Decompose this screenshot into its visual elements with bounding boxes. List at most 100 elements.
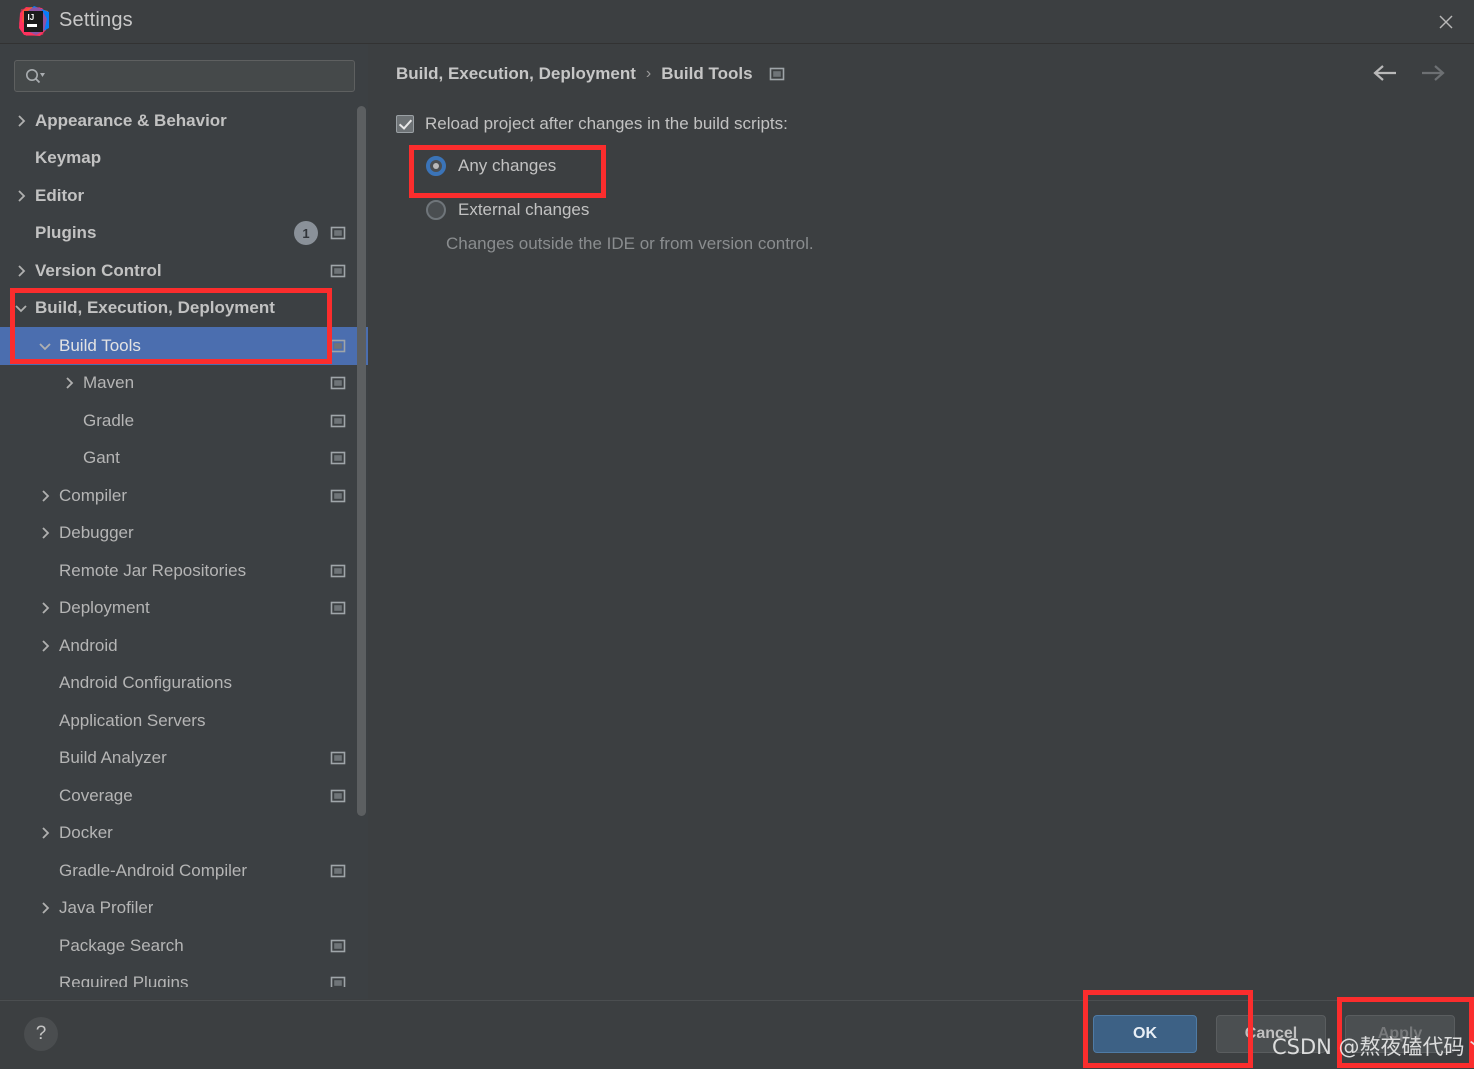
chevron-right-icon[interactable] — [14, 264, 28, 278]
sidebar-item-build-analyzer[interactable]: Build Analyzer — [0, 740, 368, 778]
settings-window-icon[interactable] — [330, 264, 346, 278]
radio-option-any-changes[interactable]: Any changes — [426, 156, 556, 176]
reload-project-checkbox[interactable] — [396, 115, 414, 133]
sidebar-item-indicators — [330, 489, 346, 503]
sidebar-item-indicators — [330, 339, 346, 353]
reload-project-option[interactable]: Reload project after changes in the buil… — [396, 114, 788, 134]
sidebar-item-indicators — [330, 414, 346, 428]
sidebar-item-android-configurations[interactable]: Android Configurations — [0, 665, 368, 703]
sidebar-item-compiler[interactable]: Compiler — [0, 477, 368, 515]
sidebar-item-indicators — [330, 789, 346, 803]
settings-window-icon[interactable] — [330, 376, 346, 390]
sidebar-item-label: Gradle — [83, 410, 135, 430]
chevron-right-icon[interactable] — [14, 189, 28, 203]
sidebar-item-label: Java Profiler — [59, 898, 154, 918]
sidebar-item-label: Gradle-Android Compiler — [59, 860, 248, 880]
intellij-idea-logo-icon: IJ — [18, 6, 49, 37]
cancel-button[interactable]: Cancel — [1216, 1015, 1326, 1053]
search-icon — [25, 68, 45, 84]
sidebar-scrollbar-thumb[interactable] — [357, 106, 366, 816]
sidebar-item-label: Android — [59, 635, 118, 655]
sidebar-item-indicators — [330, 601, 346, 615]
sidebar-item-required-plugins[interactable]: Required Plugins — [0, 965, 368, 987]
settings-main-panel: Build, Execution, Deployment › Build Too… — [368, 44, 1474, 999]
sidebar-item-editor[interactable]: Editor — [0, 177, 368, 215]
sidebar-item-label: Maven — [83, 373, 135, 393]
window-title: Settings — [59, 9, 133, 31]
external-changes-radio[interactable] — [426, 200, 446, 220]
settings-window-icon[interactable] — [330, 789, 346, 803]
settings-window-icon[interactable] — [330, 339, 346, 353]
arrow-left-icon[interactable] — [1372, 64, 1398, 82]
chevron-right-icon[interactable] — [38, 489, 52, 503]
sidebar-item-label: Build Tools — [59, 335, 141, 355]
sidebar-item-deployment[interactable]: Deployment — [0, 590, 368, 628]
settings-window-icon[interactable] — [330, 414, 346, 428]
settings-window-icon[interactable] — [330, 564, 346, 578]
sidebar-item-docker[interactable]: Docker — [0, 815, 368, 853]
sidebar-item-package-search[interactable]: Package Search — [0, 927, 368, 965]
chevron-right-icon[interactable] — [14, 114, 28, 128]
sidebar-item-appearance-behavior[interactable]: Appearance & Behavior — [0, 102, 368, 140]
settings-tree: Appearance & Behavior Keymap Editor Plugins… — [0, 102, 368, 987]
settings-dialog: IJ Settings Appearance & Behavior Keymap… — [0, 0, 1474, 1069]
sidebar-item-build-execution-deployment[interactable]: Build, Execution, Deployment — [0, 290, 368, 328]
chevron-right-icon[interactable] — [38, 901, 52, 915]
chevron-down-icon[interactable] — [38, 339, 52, 353]
sidebar-item-label: Version Control — [35, 260, 162, 280]
chevron-right-icon[interactable] — [38, 639, 52, 653]
settings-window-icon[interactable] — [330, 489, 346, 503]
settings-window-icon[interactable] — [330, 751, 346, 765]
sidebar-item-indicators — [330, 939, 346, 953]
breadcrumb-separator: › — [645, 65, 652, 82]
radio-option-external-changes[interactable]: External changes — [426, 200, 589, 220]
search-field[interactable] — [14, 60, 355, 92]
svg-text:IJ: IJ — [28, 13, 35, 22]
sidebar-item-maven[interactable]: Maven — [0, 365, 368, 403]
sidebar-item-coverage[interactable]: Coverage — [0, 777, 368, 815]
sidebar-item-gradle-android-compiler[interactable]: Gradle-Android Compiler — [0, 852, 368, 890]
settings-window-icon[interactable] — [330, 451, 346, 465]
sidebar-item-debugger[interactable]: Debugger — [0, 515, 368, 553]
settings-window-icon[interactable] — [330, 226, 346, 240]
close-icon[interactable] — [1418, 0, 1474, 43]
sidebar-item-label: Keymap — [35, 148, 102, 168]
breadcrumb-parent[interactable]: Build, Execution, Deployment — [396, 64, 636, 84]
ok-button[interactable]: OK — [1093, 1015, 1197, 1053]
sidebar-item-indicators — [330, 564, 346, 578]
sidebar-item-java-profiler[interactable]: Java Profiler — [0, 890, 368, 928]
help-icon[interactable]: ? — [24, 1017, 58, 1051]
sidebar-item-label: Application Servers — [59, 710, 206, 730]
chevron-right-icon[interactable] — [38, 826, 52, 840]
external-changes-label: External changes — [458, 200, 590, 219]
navigation-arrows — [1372, 64, 1446, 82]
chevron-right-icon[interactable] — [38, 526, 52, 540]
chevron-right-icon[interactable] — [38, 601, 52, 615]
settings-window-icon[interactable] — [330, 976, 346, 987]
chevron-right-icon[interactable] — [62, 376, 76, 390]
settings-window-icon[interactable] — [330, 864, 346, 878]
sidebar-item-remote-jar-repositories[interactable]: Remote Jar Repositories — [0, 552, 368, 590]
sidebar-item-label: Package Search — [59, 935, 184, 955]
settings-window-icon[interactable] — [330, 601, 346, 615]
reload-project-label: Reload project after changes in the buil… — [425, 114, 788, 133]
arrow-right-icon[interactable] — [1420, 64, 1446, 82]
sidebar-item-gant[interactable]: Gant — [0, 440, 368, 478]
sidebar-item-label: Remote Jar Repositories — [59, 560, 247, 580]
sidebar-item-label: Build, Execution, Deployment — [35, 298, 275, 318]
settings-window-icon[interactable] — [769, 67, 785, 81]
chevron-down-icon[interactable] — [14, 301, 28, 315]
sidebar-item-application-servers[interactable]: Application Servers — [0, 702, 368, 740]
sidebar-item-keymap[interactable]: Keymap — [0, 140, 368, 178]
settings-window-icon[interactable] — [330, 939, 346, 953]
sidebar-item-indicators — [330, 976, 346, 987]
any-changes-radio[interactable] — [426, 156, 446, 176]
sidebar-item-indicators — [330, 264, 346, 278]
search-input[interactable] — [45, 67, 354, 85]
sidebar-item-gradle[interactable]: Gradle — [0, 402, 368, 440]
sidebar-item-android[interactable]: Android — [0, 627, 368, 665]
sidebar-item-indicators — [330, 451, 346, 465]
sidebar-item-version-control[interactable]: Version Control — [0, 252, 368, 290]
sidebar-item-build-tools[interactable]: Build Tools — [0, 327, 368, 365]
sidebar-item-plugins[interactable]: Plugins 1 — [0, 215, 368, 253]
